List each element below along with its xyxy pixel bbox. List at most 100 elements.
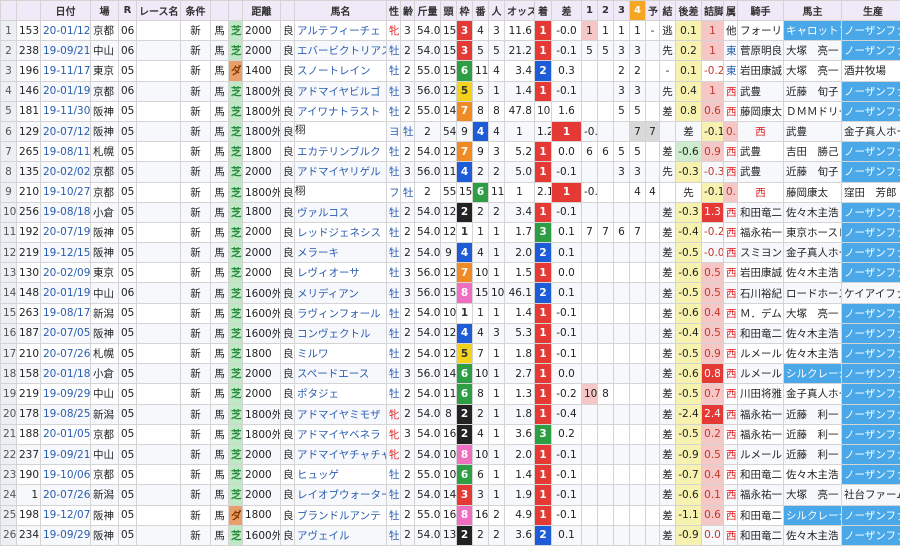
column-header[interactable]: R <box>119 1 137 21</box>
horse-name-link[interactable]: エバービクトリアス <box>295 41 387 61</box>
race-date-link[interactable]: 20-07/26 <box>41 344 91 364</box>
horse-name-link[interactable]: レイオブウォーター <box>295 485 387 505</box>
table-row[interactable]: 223819-09/21中山06新馬芝2000良エバービクトリアス牡254.01… <box>1 41 900 61</box>
table-row[interactable]: 1618720-07/05阪神05新馬芝1600外良コンヴェクトル牡254.01… <box>1 323 900 343</box>
column-header[interactable]: 頭 <box>441 1 457 21</box>
table-row[interactable]: 414620-01/19京都06新馬芝1800外良アドマイヤビルゴ牡356.01… <box>1 81 900 101</box>
table-row[interactable]: 1221919-12/15阪神05新馬芝2000良メラーキ牡254.094412… <box>1 243 900 263</box>
column-header[interactable]: 予 <box>646 1 660 21</box>
race-date-link[interactable]: 19-11/17 <box>41 61 91 81</box>
race-date-link[interactable]: 20-02/09 <box>41 263 91 283</box>
horse-name-link[interactable]: フライライクバード <box>387 182 401 202</box>
horse-name-link[interactable]: アヴェイル <box>295 525 387 545</box>
table-row[interactable]: 2623419-09/29阪神05新馬芝1600外良アヴェイル牡254.0132… <box>1 525 900 545</box>
column-header[interactable]: 結 <box>660 1 676 21</box>
column-header[interactable] <box>229 1 243 21</box>
column-header[interactable]: 性 <box>387 1 401 21</box>
column-header[interactable] <box>281 1 295 21</box>
race-date-link[interactable]: 20-07/05 <box>41 323 91 343</box>
column-header[interactable] <box>1 1 17 21</box>
horse-name-link[interactable]: アイワナトラスト <box>295 101 387 121</box>
race-date-link[interactable]: 19-10/27 <box>41 182 91 202</box>
column-header[interactable]: 番 <box>473 1 489 21</box>
column-header[interactable]: 馬主 <box>784 1 842 21</box>
column-header[interactable]: 齢 <box>401 1 415 21</box>
race-date-link[interactable]: 19-08/18 <box>41 202 91 222</box>
table-row[interactable]: 921019-10/27京都05新馬芝1800外良栩フライライクバード牡255.… <box>1 182 900 202</box>
column-header[interactable]: 場 <box>91 1 119 21</box>
column-header[interactable]: 属 <box>724 1 738 21</box>
race-date-link[interactable]: 19-08/25 <box>41 404 91 424</box>
table-row[interactable]: 1526319-08/17新潟05新馬芝1600外良ラヴィンフォール牡254.0… <box>1 303 900 323</box>
table-row[interactable]: 24120-07/26新潟05新馬芝2000良レイオブウォーター牡254.014… <box>1 485 900 505</box>
race-date-link[interactable]: 20-01/18 <box>41 364 91 384</box>
column-header[interactable]: 2 <box>598 1 614 21</box>
horse-name-link[interactable]: アルテフィーチェ <box>295 21 387 41</box>
horse-name-link[interactable]: ポタジェ <box>295 384 387 404</box>
column-header[interactable]: 人 <box>489 1 505 21</box>
table-row[interactable]: 1119220-07/19阪神05新馬芝2000良レッドジェネシス牡254.01… <box>1 222 900 242</box>
race-date-link[interactable]: 20-07/26 <box>41 485 91 505</box>
race-date-link[interactable]: 19-09/29 <box>41 525 91 545</box>
column-header[interactable] <box>211 1 229 21</box>
column-header[interactable]: 馬名 <box>295 1 387 21</box>
column-header[interactable]: 条件 <box>181 1 211 21</box>
horse-name-link[interactable]: コンヴェクトル <box>295 323 387 343</box>
race-date-link[interactable]: 20-01/19 <box>41 81 91 101</box>
table-row[interactable]: 1414820-01/19中山06新馬芝1600外良メリディアン牡356.015… <box>1 283 900 303</box>
horse-name-link[interactable]: ヒュッゲ <box>295 465 387 485</box>
horse-name-link[interactable]: スペードエース <box>295 364 387 384</box>
horse-name-link[interactable]: メラーキ <box>295 243 387 263</box>
table-row[interactable]: 1921919-09/29中山05新馬芝2000良ポタジェ牡254.011681… <box>1 384 900 404</box>
race-date-link[interactable]: 20-07/19 <box>41 222 91 242</box>
column-header[interactable]: 差 <box>552 1 582 21</box>
column-header[interactable]: 騎手 <box>738 1 784 21</box>
table-row[interactable]: 115320-01/12京都06新馬芝2000良アルテフィーチェ牝354.015… <box>1 21 900 41</box>
race-date-link[interactable]: 19-09/21 <box>41 444 91 464</box>
race-date-link[interactable]: 20-01/19 <box>41 283 91 303</box>
horse-name-link[interactable]: レヴィオーサ <box>295 263 387 283</box>
column-header[interactable]: 枠 <box>457 1 473 21</box>
race-date-link[interactable]: 19-09/21 <box>41 41 91 61</box>
horse-name-link[interactable]: アドマイヤベネラ <box>295 424 387 444</box>
horse-name-link[interactable]: ヨーホーレイク <box>387 121 401 141</box>
table-row[interactable]: 726519-08/11札幌05新馬芝1800良エカテリンブルク牡254.012… <box>1 142 900 162</box>
horse-name-link[interactable]: ミルワ <box>295 344 387 364</box>
column-header[interactable]: 後差 <box>676 1 702 21</box>
column-header[interactable]: 距離 <box>243 1 281 21</box>
column-header[interactable]: オッズ <box>505 1 535 21</box>
table-row[interactable]: 2519819-12/07阪神05新馬ダ1800良ブランドルアンテ牡255.01… <box>1 505 900 525</box>
table-row[interactable]: 518119-11/30阪神05新馬芝1800外良アイワナトラスト牡255.01… <box>1 101 900 121</box>
column-header[interactable] <box>17 1 41 21</box>
race-date-link[interactable]: 19-09/29 <box>41 384 91 404</box>
race-date-link[interactable]: 19-12/15 <box>41 243 91 263</box>
horse-name-link[interactable]: エカテリンブルク <box>295 142 387 162</box>
table-row[interactable]: 1313020-02/09東京05新馬芝2000良レヴィオーサ牡356.0127… <box>1 263 900 283</box>
column-header[interactable]: 着 <box>535 1 552 21</box>
column-header[interactable]: 4 <box>630 1 646 21</box>
horse-name-link[interactable]: ブランドルアンテ <box>295 505 387 525</box>
table-row[interactable]: 813520-02/02京都05新馬芝2000良アドマイヤリゲル牡356.011… <box>1 162 900 182</box>
column-header[interactable]: 斤量 <box>415 1 441 21</box>
race-date-link[interactable]: 19-10/06 <box>41 465 91 485</box>
race-date-link[interactable]: 20-01/12 <box>41 21 91 41</box>
horse-name-link[interactable]: アドマイヤリゲル <box>295 162 387 182</box>
horse-name-link[interactable]: スノートレイン <box>295 61 387 81</box>
race-date-link[interactable]: 20-07/12 <box>41 121 91 141</box>
column-header[interactable]: レース名 <box>137 1 181 21</box>
table-row[interactable]: 1721020-07/26札幌05新馬芝1800良ミルワ牡254.0125711… <box>1 344 900 364</box>
table-row[interactable]: 319619-11/17東京05新馬ダ1400良スノートレイン牡255.0156… <box>1 61 900 81</box>
race-date-link[interactable]: 19-12/07 <box>41 505 91 525</box>
horse-name-link[interactable]: メリディアン <box>295 283 387 303</box>
column-header[interactable]: 詰脚 <box>702 1 724 21</box>
table-row[interactable]: 1025619-08/18小倉05新馬芝1800良ヴァルコス牡254.01222… <box>1 202 900 222</box>
race-date-link[interactable]: 19-08/11 <box>41 142 91 162</box>
horse-name-link[interactable]: レッドジェネシス <box>295 222 387 242</box>
horse-name-link[interactable]: アドマイヤミモザ <box>295 404 387 424</box>
table-row[interactable]: 2118820-01/05京都05新馬芝1800外良アドマイヤベネラ牝354.0… <box>1 424 900 444</box>
race-date-link[interactable]: 20-02/02 <box>41 162 91 182</box>
horse-name-link[interactable]: アドマイヤビルゴ <box>295 81 387 101</box>
table-row[interactable]: 2223719-09/21中山05新馬芝2000良アドマイヤチャチャ牝254.0… <box>1 444 900 464</box>
table-row[interactable]: 1815820-01/18小倉05新馬芝2000良スペードエース牡356.014… <box>1 364 900 384</box>
table-row[interactable]: 2319019-10/06京都05新馬芝2000良ヒュッゲ牡255.010661… <box>1 465 900 485</box>
